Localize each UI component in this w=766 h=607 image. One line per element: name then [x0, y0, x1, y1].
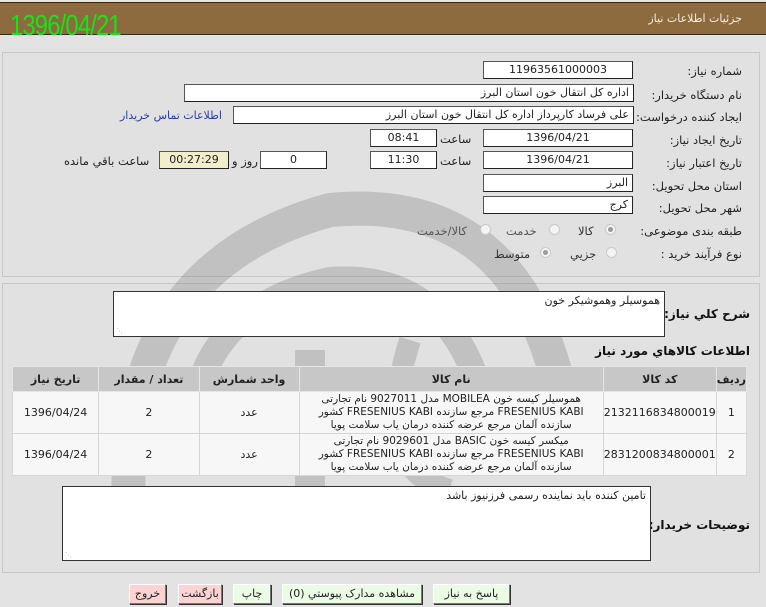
- cell-row: 2: [715, 433, 748, 476]
- validity-date-field: 1396/04/21: [483, 151, 633, 169]
- cell-date: 1396/04/24: [11, 433, 100, 476]
- city-label: شهر محل تحويل:: [658, 201, 742, 215]
- process-radio-minor[interactable]: [606, 247, 617, 258]
- exit-button[interactable]: خروج: [129, 584, 166, 604]
- name-line: سازنده آلمان مرجع عرضه کننده درمان ياب س…: [330, 419, 572, 431]
- col-unit: واحد شمارش: [198, 366, 300, 392]
- validity-time-label: ساعت: [440, 154, 472, 168]
- cell-date: 1396/04/24: [11, 391, 100, 434]
- category-radio-service[interactable]: [549, 224, 560, 235]
- resize-grip-icon[interactable]: ⋰: [65, 551, 72, 559]
- description-label: شرح کلي نياز:: [664, 307, 750, 321]
- province-label: استان محل تحويل:: [651, 179, 742, 193]
- view-attachments-button[interactable]: مشاهده مدارک پيوستي (0): [282, 584, 422, 604]
- description-textarea[interactable]: هموسيلر وهموشيکر خون ⋰: [113, 291, 665, 337]
- cell-name: هموسيلر کيسه خون MOBILEA مدل 9027011 نام…: [298, 391, 604, 434]
- created-time-field: 08:41: [370, 129, 437, 147]
- cell-unit: عدد: [198, 433, 300, 476]
- need-number-field: 11963561000003: [483, 61, 633, 79]
- city-field: کرج: [483, 196, 633, 214]
- requester-label: ايجاد کننده درخواست:: [636, 110, 742, 124]
- created-date-field: 1396/04/21: [483, 129, 633, 147]
- process-minor-label: جزيي: [570, 247, 597, 261]
- need-number-label: شماره نياز:: [687, 64, 742, 78]
- category-radio-goods-service[interactable]: [480, 224, 491, 235]
- process-medium-label: متوسط: [494, 247, 531, 261]
- table-row: 2 2831200834800001 ميکسر کيسه خون BASIC …: [11, 433, 748, 476]
- cell-code: 2132116834800019: [602, 391, 717, 434]
- cell-name: ميکسر کيسه خون BASIC مدل 9029601 نام تجا…: [298, 433, 604, 476]
- table-header-row: رديف کد کالا نام کالا واحد شمارش تعداد /…: [11, 366, 748, 392]
- name-line: FRESENIUS KABI مرجع سازنده FRESENIUS KAB…: [318, 406, 584, 418]
- cell-qty: 2: [98, 391, 200, 434]
- requester-field: علی فرساد کارپرداز اداره کل انتقال خون ا…: [233, 106, 634, 124]
- name-line: سازنده آلمان مرجع عرضه کننده درمان ياب س…: [330, 461, 572, 473]
- items-table: رديف کد کالا نام کالا واحد شمارش تعداد /…: [11, 366, 748, 476]
- category-goods-label: کالا: [578, 224, 594, 238]
- reply-button[interactable]: پاسخ به نياز: [433, 584, 510, 604]
- buyer-org-field: اداره کل انتقال خون استان البرز: [184, 84, 634, 102]
- items-section-title: اطلاعات کالاهاي مورد نياز: [595, 344, 750, 358]
- cell-unit: عدد: [198, 391, 300, 434]
- created-time-label: ساعت: [440, 132, 472, 146]
- validity-date-label: تاريخ اعتبار نياز:: [666, 156, 742, 170]
- category-label: طبقه بندی موضوعی:: [640, 224, 742, 238]
- remaining-label: ساعت باقي مانده: [64, 154, 150, 168]
- table-row: 1 2132116834800019 هموسيلر کيسه خون MOBI…: [11, 391, 748, 434]
- cell-code: 2831200834800001: [602, 433, 717, 476]
- validity-time-field: 11:30: [370, 151, 437, 169]
- col-code: کد کالا: [602, 366, 717, 392]
- cell-row: 1: [715, 391, 748, 434]
- category-radio-goods[interactable]: [605, 224, 616, 235]
- col-row: رديف: [715, 366, 748, 392]
- days-label: روز و: [232, 154, 258, 168]
- page-title: جزئيات اطلاعات نياز: [648, 12, 742, 25]
- stamp-date: 1396/04/21: [10, 10, 122, 42]
- print-button[interactable]: چاپ: [233, 584, 271, 604]
- col-date: تاريخ نياز: [11, 366, 100, 392]
- remaining-time-field: 00:27:29: [159, 151, 229, 169]
- name-line: هموسيلر کيسه خون MOBILEA مدل 9027011 نام…: [321, 393, 581, 405]
- buyer-notes-textarea[interactable]: تامين کننده بايد نماينده رسمی فرزنيوز با…: [62, 486, 651, 561]
- name-line: FRESENIUS KABI مرجع سازنده FRESENIUS KAB…: [318, 448, 584, 460]
- description-text: هموسيلر وهموشيکر خون: [544, 294, 660, 307]
- buyer-contact-link[interactable]: اطلاعات تماس خريدار: [120, 109, 222, 122]
- buyer-notes-text: تامين کننده بايد نماينده رسمی فرزنيوز با…: [446, 489, 646, 502]
- remaining-days-field: 0: [260, 151, 327, 169]
- col-qty: تعداد / مقدار: [98, 366, 200, 392]
- buyer-notes-label: توضيحات خريدار:: [648, 518, 750, 532]
- category-goods-service-label: کالا/خدمت: [417, 224, 468, 238]
- col-name: نام کالا: [298, 366, 604, 392]
- resize-grip-icon[interactable]: ⋰: [116, 327, 123, 335]
- province-field: البرز: [483, 174, 633, 192]
- process-label: نوع فرآيند خريد :: [660, 247, 742, 261]
- process-radio-medium[interactable]: [540, 247, 551, 258]
- buyer-org-label: نام دستگاه خريدار:: [651, 88, 742, 102]
- cell-qty: 2: [98, 433, 200, 476]
- category-service-label: خدمت: [506, 224, 537, 238]
- name-line: ميکسر کيسه خون BASIC مدل 9029601 نام تجا…: [333, 435, 569, 447]
- back-button[interactable]: بازگشت: [178, 584, 222, 604]
- created-date-label: تاريخ ايجاد نياز:: [669, 133, 742, 147]
